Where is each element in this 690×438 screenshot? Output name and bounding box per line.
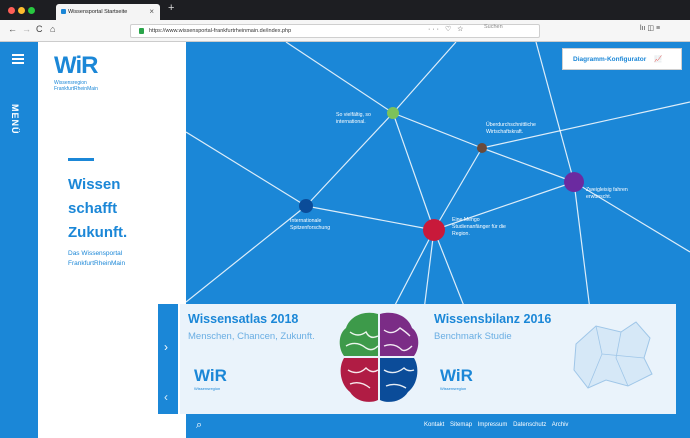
hero-subtitle: Das Wissensportal FrankfurtRheinMain — [68, 250, 126, 267]
forward-icon[interactable]: → — [22, 24, 31, 34]
slider-next-icon[interactable]: › — [164, 340, 168, 354]
footer-link-sitemap[interactable]: Sitemap — [450, 422, 472, 428]
slider-prev-icon[interactable]: ‹ — [164, 390, 168, 404]
url-bar[interactable]: https://www.wissensportal-frankfurtrhein… — [130, 24, 540, 38]
hero-title-line: Wissen — [68, 176, 121, 193]
hamburger-icon[interactable] — [12, 54, 24, 64]
node-label-purple[interactable]: Zweigleisig fahren erwünscht. — [586, 187, 646, 201]
chart-icon: 📈 — [654, 56, 663, 63]
card-logo-sub: Wissensregion — [194, 386, 221, 391]
node-label-darkblue[interactable]: Internationale Spitzenforschung — [290, 218, 354, 232]
card-subtitle: Menschen, Chancen, Zukunft. — [188, 331, 315, 342]
hero-title-line: schafft — [68, 200, 118, 217]
footer-link-archiv[interactable]: Archiv — [552, 422, 569, 428]
reload-icon[interactable]: C — [36, 24, 43, 34]
library-icons[interactable]: lıı ◫ ≡ — [640, 24, 660, 32]
node-label-brown[interactable]: Überdurchschnittliche Wirtschaftskraft. — [486, 122, 556, 136]
node-darkblue[interactable] — [299, 199, 313, 213]
logo-mark: WiR — [54, 52, 98, 79]
hero-title-line: Zukunft. — [68, 224, 128, 241]
minimize-window-icon[interactable] — [18, 7, 25, 14]
maximize-window-icon[interactable] — [28, 7, 35, 14]
accent-line — [68, 158, 94, 161]
node-label-crimson[interactable]: Eine Mengo Studienanfänger für die Regio… — [452, 217, 516, 238]
card-title: Wissensatlas 2018 — [188, 312, 299, 326]
card-title: Wissensbilanz 2016 — [434, 312, 552, 326]
favicon-icon — [61, 9, 66, 14]
slider-controls: › ‹ — [158, 304, 178, 414]
region-map-graphic — [573, 321, 653, 389]
right-edge-bar — [676, 304, 690, 414]
card-wissensbilanz[interactable]: Wissensbilanz 2016 Benchmark Studie WiR … — [426, 304, 676, 414]
node-label-green[interactable]: So vielfältig, so international. — [336, 112, 394, 126]
hero-title: Wissen schafft Zukunft. — [68, 173, 178, 245]
footer-link-kontakt[interactable]: Kontakt — [424, 422, 444, 428]
close-window-icon[interactable] — [8, 7, 15, 14]
menu-sidebar[interactable]: MENÜ — [0, 42, 38, 438]
node-crimson[interactable] — [423, 219, 445, 241]
card-logo: WiR — [440, 366, 473, 385]
browser-tab-bar: Wissensportal Startseite × + — [0, 0, 690, 20]
site-logo[interactable]: WiR Wissensregion FrankfurtRheinMain — [54, 52, 114, 92]
lock-icon — [139, 28, 144, 34]
tab-close-icon[interactable]: × — [149, 7, 154, 16]
page-content: MENÜ WiR Wissensregion FrankfurtRheinMai… — [0, 42, 690, 438]
card-subtitle: Benchmark Studie — [434, 331, 512, 342]
url-text: https://www.wissensportal-frankfurtrhein… — [149, 28, 292, 34]
browser-tab[interactable]: Wissensportal Startseite × — [56, 4, 160, 20]
menu-label[interactable]: MENÜ — [10, 104, 20, 135]
config-button-label: Diagramm-Konfigurator — [573, 56, 647, 63]
brain-illustration — [339, 312, 419, 402]
node-purple[interactable] — [564, 172, 584, 192]
footer-links: Kontakt Sitemap Impressum Datenschutz Ar… — [424, 422, 572, 428]
node-brown[interactable] — [477, 143, 487, 153]
publication-slider: › ‹ Wissensatlas 2018 Menschen, Chancen,… — [158, 304, 690, 414]
footer-link-impressum[interactable]: Impressum — [478, 422, 508, 428]
card-logo-sub: Wissensregion — [440, 386, 467, 391]
card-logo: WiR — [194, 366, 227, 385]
home-icon[interactable]: ⌂ — [50, 24, 55, 34]
footer-bar: ⌕ Kontakt Sitemap Impressum Datenschutz … — [186, 414, 690, 438]
browser-toolbar: ← → C ⌂ https://www.wissensportal-frankf… — [0, 20, 690, 42]
footer-link-datenschutz[interactable]: Datenschutz — [513, 422, 546, 428]
tab-title: Wissensportal Startseite — [68, 9, 128, 15]
back-icon[interactable]: ← — [8, 24, 17, 34]
browser-search-input[interactable]: Suchen — [484, 24, 503, 30]
logo-line2: FrankfurtRheinMain — [54, 86, 98, 92]
new-tab-icon[interactable]: + — [168, 2, 174, 14]
page-actions-icon[interactable]: ··· ♡ ☆ — [428, 25, 465, 33]
diagram-configurator-button[interactable]: Diagramm-Konfigurator 📈 — [562, 48, 682, 70]
search-icon[interactable]: ⌕ — [196, 419, 202, 432]
